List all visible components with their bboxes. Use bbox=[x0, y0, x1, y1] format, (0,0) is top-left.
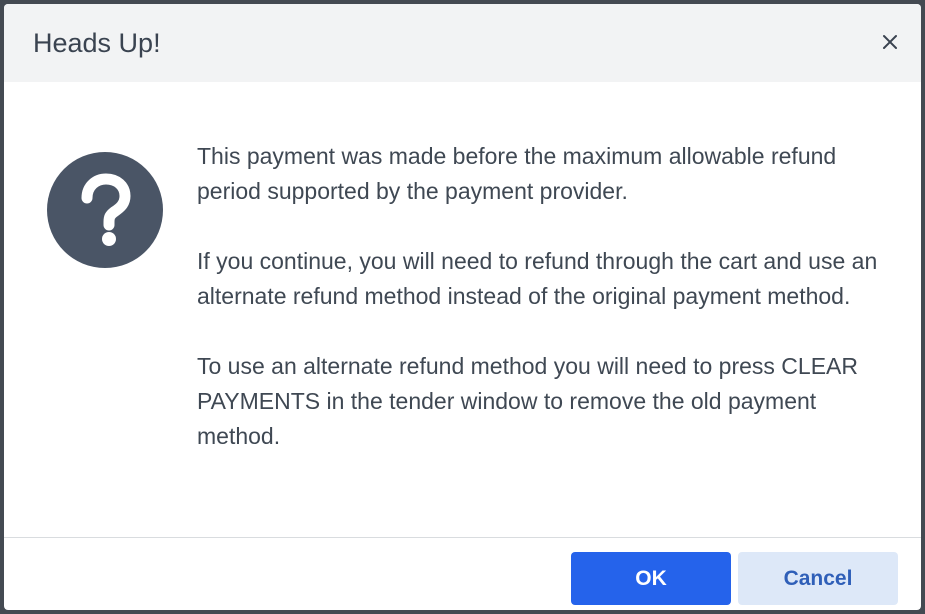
heads-up-dialog: Heads Up! This payment was made before t… bbox=[4, 4, 921, 610]
close-button[interactable] bbox=[876, 28, 904, 56]
ok-button[interactable]: OK bbox=[571, 552, 731, 605]
footer-divider bbox=[4, 537, 921, 538]
cancel-button[interactable]: Cancel bbox=[738, 552, 898, 605]
question-circle-icon bbox=[47, 152, 163, 268]
message-paragraph: If you continue, you will need to refund… bbox=[197, 248, 878, 309]
message-paragraph: This payment was made before the maximum… bbox=[197, 143, 837, 204]
dialog-header: Heads Up! bbox=[4, 4, 921, 82]
close-icon bbox=[881, 33, 899, 51]
dialog-title: Heads Up! bbox=[33, 28, 161, 58]
message-paragraph: To use an alternate refund method you wi… bbox=[197, 353, 858, 449]
dialog-message: This payment was made before the maximum… bbox=[197, 139, 897, 454]
